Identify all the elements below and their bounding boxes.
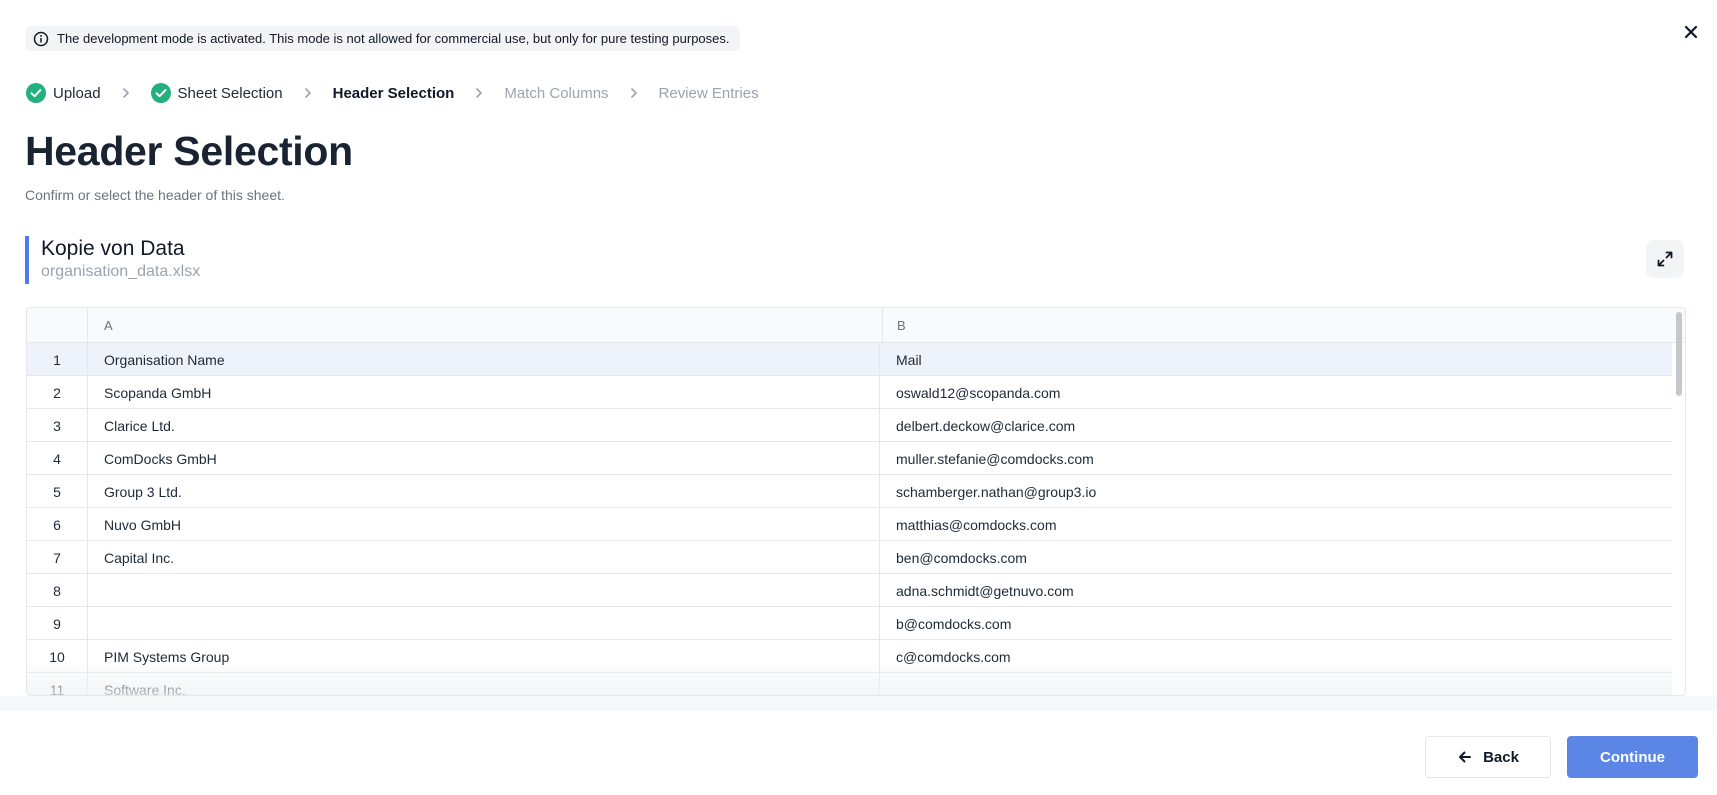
cell-mail: b@comdocks.com bbox=[896, 615, 1012, 632]
row-number: 9 bbox=[27, 607, 88, 640]
cell-mail: schamberger.nathan@group3.io bbox=[896, 483, 1097, 500]
step-label: Header Selection bbox=[332, 84, 455, 102]
step-sheet-selection: Sheet Selection bbox=[150, 83, 283, 103]
table-row[interactable]: 3 Clarice Ltd. delbert.deckow@clarice.com bbox=[27, 409, 1672, 442]
scrollbar-thumb[interactable] bbox=[1676, 312, 1682, 396]
table-row[interactable]: 6 Nuvo GmbH matthias@comdocks.com bbox=[27, 508, 1672, 541]
table-row[interactable]: 7 Capital Inc. ben@comdocks.com bbox=[27, 541, 1672, 574]
info-icon bbox=[33, 31, 49, 47]
close-button[interactable] bbox=[1680, 21, 1702, 43]
cell-organisation: Organisation Name bbox=[88, 343, 880, 376]
corner-cell bbox=[27, 308, 88, 343]
table-row[interactable]: 4 ComDocks GmbH muller.stefanie@comdocks.c… bbox=[27, 442, 1672, 475]
table-scrollbar[interactable] bbox=[1674, 310, 1684, 694]
row-number: 8 bbox=[27, 574, 88, 607]
cell-organisation: Clarice Ltd. bbox=[88, 409, 880, 442]
chevron-right-icon bbox=[119, 86, 133, 100]
cell-mail: oswald12@scopanda.com bbox=[896, 384, 1061, 401]
row-number: 6 bbox=[27, 508, 88, 541]
cell-mail bbox=[880, 673, 1672, 695]
check-circle-icon bbox=[150, 83, 171, 103]
row-number: 4 bbox=[27, 442, 88, 475]
step-progress: Upload Sheet Selection Header Selection … bbox=[26, 81, 759, 105]
column-header-row: A B bbox=[27, 308, 1685, 343]
cell-mail: ben@comdocks.com bbox=[896, 549, 1027, 566]
row-number: 7 bbox=[27, 541, 88, 574]
row-number: 1 bbox=[27, 343, 88, 376]
back-button[interactable]: Back bbox=[1425, 736, 1551, 778]
table-row[interactable]: 9 b@comdocks.com bbox=[27, 607, 1672, 640]
sheet-info: Kopie von Data organisation_data.xlsx bbox=[25, 236, 200, 284]
table-row[interactable]: 11 Software Inc. bbox=[27, 673, 1672, 695]
step-label: Review Entries bbox=[658, 84, 759, 102]
cell-organisation: Software Inc. bbox=[88, 673, 880, 695]
footer-divider bbox=[0, 696, 1717, 711]
file-name: organisation_data.xlsx bbox=[41, 263, 201, 280]
cell-organisation: Nuvo GmbH bbox=[88, 508, 880, 541]
expand-table-button[interactable] bbox=[1646, 240, 1684, 278]
cell-mail: delbert.deckow@clarice.com bbox=[896, 417, 1076, 434]
cell-organisation: Capital Inc. bbox=[88, 541, 880, 574]
step-label: Match Columns bbox=[504, 84, 609, 102]
sheet-table: A B 1 Organisation Name Mail 2 Scopanda GmbH… bbox=[26, 307, 1686, 696]
column-header-b: B bbox=[897, 318, 906, 333]
table-row[interactable]: 5 Group 3 Ltd. schamberger.nathan@group3.i… bbox=[27, 475, 1672, 508]
cell-mail: Mail bbox=[896, 351, 922, 368]
dev-mode-text: The development mode is activated. This … bbox=[57, 31, 730, 46]
step-label: Sheet Selection bbox=[177, 84, 283, 102]
row-number: 3 bbox=[27, 409, 88, 442]
row-number: 2 bbox=[27, 376, 88, 409]
column-header-a: A bbox=[88, 308, 883, 343]
cell-organisation: Group 3 Ltd. bbox=[88, 475, 880, 508]
page-subtitle: Confirm or select the header of this she… bbox=[25, 187, 285, 203]
table-row[interactable]: 10 PIM Systems Group c@comdocks.com bbox=[27, 640, 1672, 673]
row-number: 10 bbox=[27, 640, 88, 673]
dev-mode-banner: The development mode is activated. This … bbox=[25, 26, 740, 51]
table-row[interactable]: 2 Scopanda GmbH oswald12@scopanda.com bbox=[27, 376, 1672, 409]
cell-organisation: PIM Systems Group bbox=[88, 640, 880, 673]
arrow-left-icon bbox=[1457, 749, 1473, 765]
cell-mail: c@comdocks.com bbox=[896, 648, 1011, 665]
chevron-right-icon bbox=[472, 86, 486, 100]
cell-organisation bbox=[88, 607, 880, 640]
row-number: 5 bbox=[27, 475, 88, 508]
page-title: Header Selection bbox=[25, 128, 353, 174]
cell-organisation bbox=[88, 574, 880, 607]
step-header-selection: Header Selection bbox=[333, 85, 455, 102]
table-row[interactable]: 1 Organisation Name Mail bbox=[27, 343, 1672, 376]
cell-organisation: ComDocks GmbH bbox=[88, 442, 880, 475]
cell-mail: muller.stefanie@comdocks.com bbox=[896, 450, 1094, 467]
step-review-entries: Review Entries bbox=[659, 85, 759, 102]
expand-icon bbox=[1657, 251, 1673, 267]
sheet-name: Kopie von Data bbox=[41, 237, 185, 260]
check-circle-icon bbox=[26, 83, 46, 103]
cell-organisation: Scopanda GmbH bbox=[88, 376, 880, 409]
table-row[interactable]: 8 adna.schmidt@getnuvo.com bbox=[27, 574, 1672, 607]
chevron-right-icon bbox=[301, 86, 315, 100]
cell-mail: adna.schmidt@getnuvo.com bbox=[896, 582, 1074, 599]
back-label: Back bbox=[1483, 748, 1519, 766]
step-label: Upload bbox=[53, 84, 101, 102]
step-upload: Upload bbox=[26, 83, 101, 103]
chevron-right-icon bbox=[627, 86, 641, 100]
close-icon bbox=[1684, 25, 1698, 39]
continue-button[interactable]: Continue bbox=[1567, 736, 1698, 778]
cell-mail: matthias@comdocks.com bbox=[896, 516, 1057, 533]
row-number: 11 bbox=[27, 673, 88, 695]
step-match-columns: Match Columns bbox=[504, 85, 608, 102]
table-body: 1 Organisation Name Mail 2 Scopanda GmbH oswa… bbox=[27, 343, 1672, 695]
